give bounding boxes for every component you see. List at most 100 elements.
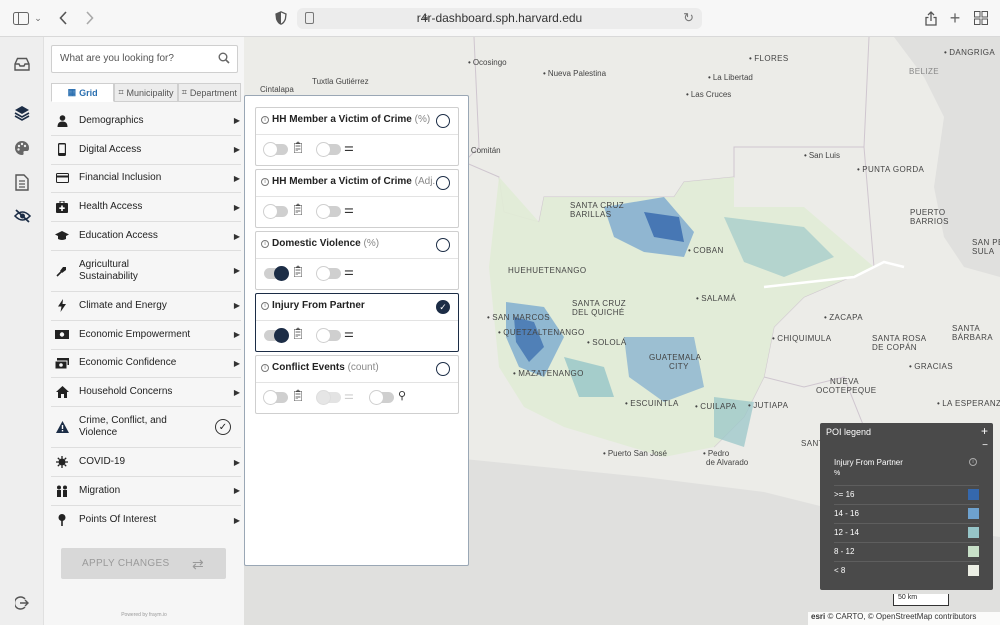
map-place-label: SANTA CRUZ [572,299,627,308]
layer-select-radio[interactable] [436,176,450,190]
map-place-label: de Alvarado [706,458,749,467]
apply-changes-button[interactable]: APPLY CHANGES ⇄ [61,548,226,579]
chevron-right-icon: ▶ [233,145,240,155]
back-icon[interactable] [56,9,70,27]
layer-card-hh-victim-crime-adj[interactable]: i HH Member a Victim of Crime (Adj... 📋︎… [255,169,459,228]
legend-expand-icon[interactable]: + [981,424,988,438]
map-pin-icon[interactable]: ⚲ [398,389,406,402]
category-climate-and-energy[interactable]: Climate and Energy ▶ [51,292,241,321]
selected-check-icon: ✓ [215,419,231,436]
sliders-icon[interactable]: ⚌ [344,141,354,154]
category-financial-inclusion[interactable]: Financial Inclusion ▶ [51,165,241,194]
clipboard-icon[interactable]: 📋︎ [291,141,305,154]
layer-select-radio[interactable] [436,114,450,128]
search-placeholder: What are you looking for? [60,53,174,64]
layers-icon[interactable] [12,103,32,123]
category-points-of-interest[interactable]: Points Of Interest ▶ [51,506,241,535]
info-icon[interactable]: i [969,458,977,466]
chevron-down-icon[interactable]: ⌄ [33,9,43,27]
category-crime-conflict-violence[interactable]: Crime, Conflict, and Violence ✓ [51,407,241,449]
tab-department[interactable]: ⌗ Department [177,83,241,102]
privacy-shield-icon[interactable] [274,9,288,27]
map-place-label: SANTA [952,324,981,333]
layer-card-conflict-events[interactable]: i Conflict Events (count) 📋︎ ⚌ ⚲ [255,355,459,414]
legend-swatch [968,489,979,500]
legend-collapse-icon[interactable]: − [982,440,988,451]
filter-toggle[interactable] [316,328,341,343]
sliders-icon[interactable]: ⚌ [344,265,354,278]
pin-icon [55,513,69,527]
category-demographics[interactable]: Demographics ▶ [51,107,241,136]
layer-select-radio[interactable] [436,362,450,376]
search-icon[interactable] [218,52,230,64]
palette-icon[interactable] [12,138,32,158]
filter-toggle [316,390,341,405]
filter-toggle[interactable] [316,266,341,281]
inbox-icon[interactable] [12,54,32,74]
layer-card-domestic-violence[interactable]: i Domestic Violence (%) 📋︎ ⚌ [255,231,459,290]
layer-card-hh-victim-crime[interactable]: i HH Member a Victim of Crime (%) 📋︎ ⚌ [255,107,459,166]
filter-toggle[interactable] [316,142,341,157]
info-icon[interactable]: i [261,116,269,124]
new-tab-icon[interactable]: + [948,8,962,28]
virus-icon [55,455,69,469]
info-icon[interactable]: i [261,178,269,186]
clipboard-icon[interactable]: 📋︎ [291,203,305,216]
tab-municipality[interactable]: ⌗ Municipality [114,83,178,102]
layer-select-radio[interactable] [436,238,450,252]
forward-icon[interactable] [82,9,96,27]
category-economic-confidence[interactable]: Economic Confidence ▶ [51,350,241,379]
graduation-cap-icon [55,229,69,243]
map-place-label: Comitán [466,146,501,155]
info-icon[interactable]: i [261,364,269,372]
powered-by: Powered by fraym.io [121,612,167,618]
category-migration[interactable]: Migration ▶ [51,477,241,506]
map-place-label: DE COPÁN [872,343,917,352]
map-place-label: Cintalapa [260,85,294,94]
sliders-icon: ⚌ [344,390,354,402]
filter-toggle[interactable] [316,204,341,219]
sidebar-toggle-icon[interactable] [12,9,30,27]
search-input[interactable]: What are you looking for? [51,45,238,73]
chevron-right-icon: ▶ [233,515,240,525]
clipboard-icon[interactable]: 📋︎ [291,389,305,402]
tab-overview-icon[interactable] [973,9,989,27]
category-covid-19[interactable]: COVID-19 ▶ [51,448,241,477]
map-place-label: CITY [669,362,689,371]
reload-icon[interactable]: ↻ [683,10,694,26]
clipboard-icon[interactable]: 📋︎ [291,265,305,278]
map-place-label: LA ESPERANZA [937,399,1000,408]
geography-tabs: ▦ Grid ⌗ Municipality ⌗ Department [51,83,241,102]
layer-visibility-toggle[interactable] [264,328,289,343]
map-place-label: CUILAPA [695,402,737,411]
category-health-access[interactable]: Health Access ▶ [51,193,241,223]
house-icon [55,385,69,399]
tab-grid[interactable]: ▦ Grid [51,83,115,102]
share-icon[interactable] [923,9,939,27]
clipboard-icon[interactable]: 📋︎ [291,327,305,340]
map-place-label: MAZATENANGO [513,369,584,378]
layer-visibility-toggle[interactable] [264,266,289,281]
visibility-off-icon[interactable] [12,206,32,226]
map-icon: ⌗ [181,87,187,97]
sliders-icon[interactable]: ⚌ [344,203,354,216]
layer-visibility-toggle[interactable] [263,204,288,219]
category-education-access[interactable]: Education Access ▶ [51,222,241,251]
category-agricultural-sustainability[interactable]: Agricultural Sustainability ▶ [51,251,241,292]
category-economic-empowerment[interactable]: Economic Empowerment ▶ [51,321,241,350]
category-household-concerns[interactable]: Household Concerns ▶ [51,378,241,408]
layer-visibility-toggle[interactable] [263,390,288,405]
layer-selected-check-icon[interactable]: ✓ [436,300,450,314]
points-toggle[interactable] [369,390,394,405]
address-bar[interactable]: 🔒︎ r4r-dashboard.sph.harvard.edu ↻ [297,8,702,29]
map-place-label: FLORES [749,54,789,63]
category-digital-access[interactable]: Digital Access ▶ [51,136,241,165]
document-icon[interactable] [12,172,32,192]
sliders-icon[interactable]: ⚌ [344,327,354,340]
info-icon[interactable]: i [261,302,269,310]
map-place-label: Nueva Palestina [543,69,606,78]
logout-icon[interactable] [12,593,32,613]
layer-card-injury-from-partner[interactable]: i Injury From Partner ✓ 📋︎ ⚌ [255,293,459,352]
layer-visibility-toggle[interactable] [263,142,288,157]
info-icon[interactable]: i [261,240,269,248]
